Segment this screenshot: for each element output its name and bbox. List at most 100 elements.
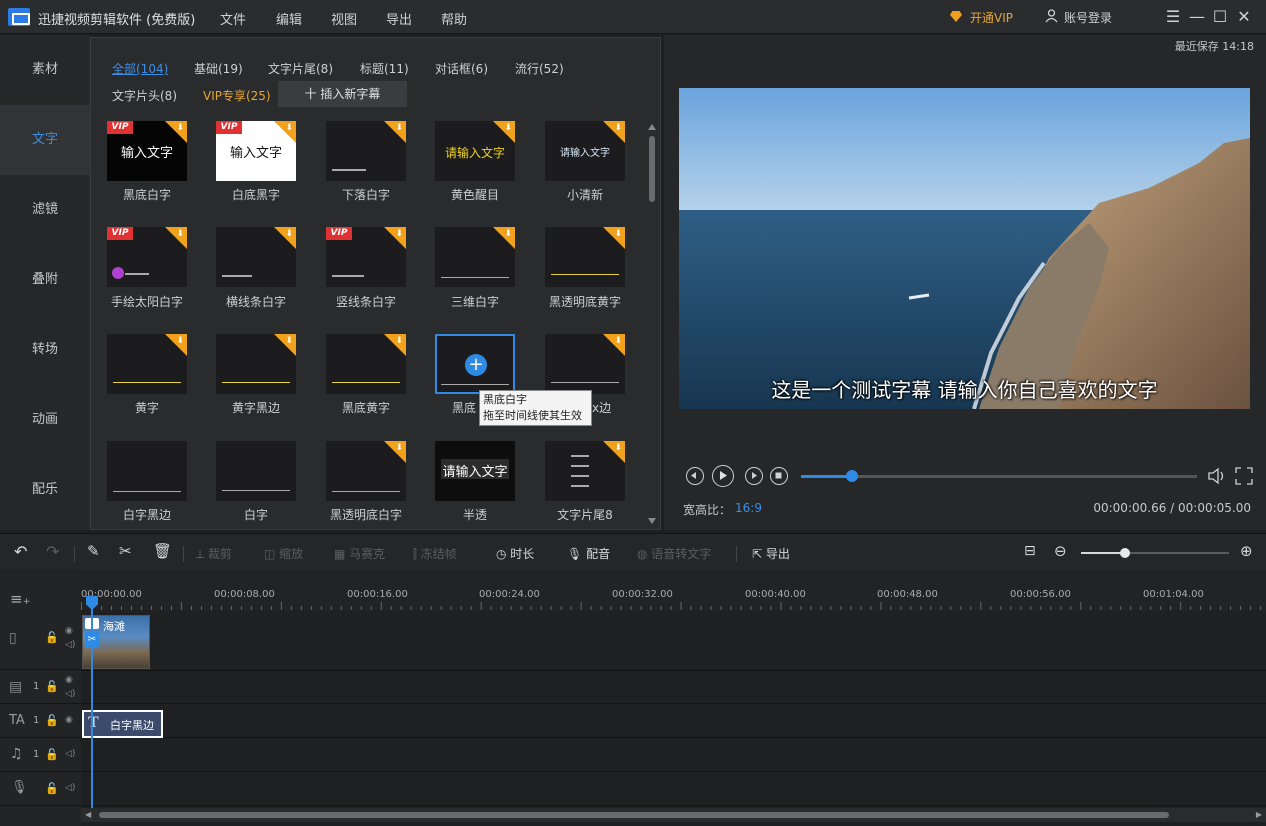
fullscreen-icon[interactable] bbox=[1235, 467, 1253, 485]
freeze-frame-button[interactable]: ⫿ 冻结帧 bbox=[413, 545, 457, 562]
speaker-icon[interactable]: ◁) bbox=[65, 689, 75, 699]
text-thumb[interactable]: ⬇ bbox=[545, 227, 625, 287]
text-clip[interactable]: T 白字黑边 bbox=[82, 710, 163, 738]
timeline-scrollbar[interactable]: ◀ ▶ bbox=[81, 808, 1266, 822]
text-thumb[interactable] bbox=[216, 441, 296, 501]
split-scissors-icon[interactable]: ✂ bbox=[85, 632, 99, 648]
menu-file[interactable]: 文件 bbox=[220, 9, 246, 28]
text-thumb[interactable]: 请输入文字 bbox=[435, 441, 515, 501]
speaker-icon[interactable]: ◁) bbox=[65, 749, 75, 759]
text-thumb[interactable] bbox=[107, 441, 187, 501]
account-login-button[interactable]: 账号登录 bbox=[1064, 9, 1112, 26]
volume-icon[interactable] bbox=[1207, 466, 1229, 486]
text-thumb[interactable]: ⬇ bbox=[435, 227, 515, 287]
scroll-right-icon[interactable]: ▶ bbox=[1256, 810, 1262, 819]
speech-to-text-button[interactable]: ◍ 语音转文字 bbox=[637, 545, 711, 562]
minimize-icon[interactable]: — bbox=[1187, 6, 1207, 28]
text-thumb[interactable]: VIP ⬇ bbox=[326, 227, 406, 287]
next-frame-icon[interactable] bbox=[745, 467, 763, 485]
cut-icon[interactable]: ✂ bbox=[119, 542, 132, 560]
music-track[interactable] bbox=[81, 739, 1266, 772]
sidebar-item-text[interactable]: 文字 bbox=[0, 105, 90, 175]
category-text-opening[interactable]: 文字片头(8) bbox=[112, 87, 177, 104]
sidebar-item-overlay[interactable]: 叠附 bbox=[0, 245, 90, 315]
text-thumb[interactable]: ⬇ bbox=[326, 121, 406, 181]
progress-track[interactable] bbox=[801, 475, 1197, 478]
text-thumb[interactable]: ⬇ bbox=[107, 334, 187, 394]
text-thumb-selected[interactable]: + bbox=[435, 334, 515, 394]
play-icon[interactable] bbox=[712, 465, 734, 487]
progress-handle[interactable] bbox=[846, 470, 859, 482]
add-icon[interactable]: + bbox=[465, 354, 487, 376]
menu-view[interactable]: 视图 bbox=[331, 9, 357, 28]
sidebar-item-filter[interactable]: 滤镜 bbox=[0, 175, 90, 245]
text-thumb[interactable]: VIP ⬇ 输入文字 bbox=[107, 121, 187, 181]
text-thumb[interactable]: VIP ⬇ bbox=[107, 227, 187, 287]
time-ruler[interactable]: 00:00:00.00 00:00:08.00 00:00:16.00 00:0… bbox=[81, 572, 1266, 610]
export-button[interactable]: ⇱ 导出 bbox=[752, 545, 790, 562]
eye-icon[interactable]: ◉ bbox=[65, 715, 73, 725]
stop-icon[interactable] bbox=[770, 467, 788, 485]
eye-icon[interactable]: ◉ bbox=[65, 675, 73, 685]
sidebar-item-animation[interactable]: 动画 bbox=[0, 385, 90, 455]
text-thumb[interactable]: ⬇ bbox=[326, 441, 406, 501]
close-icon[interactable]: ✕ bbox=[1234, 6, 1254, 28]
sidebar-item-material[interactable]: 素材 bbox=[0, 35, 90, 105]
duration-button[interactable]: ◷ 时长 bbox=[496, 545, 534, 562]
undo-icon[interactable]: ↶ bbox=[14, 542, 27, 561]
text-thumb[interactable]: ⬇ bbox=[216, 227, 296, 287]
delete-icon[interactable]: 🗑 bbox=[153, 542, 172, 560]
redo-icon[interactable]: ↷ bbox=[46, 542, 59, 561]
lock-icon[interactable]: 🔓 bbox=[45, 782, 59, 795]
zoom-in-icon[interactable]: ⊕ bbox=[1240, 542, 1253, 560]
speaker-icon[interactable]: ◁) bbox=[65, 640, 75, 650]
crop-button[interactable]: ⟂ 裁剪 bbox=[196, 545, 232, 562]
lock-icon[interactable]: 🔓 bbox=[45, 680, 59, 693]
video-preview[interactable]: 这是一个测试字幕 请输入你自己喜欢的文字 bbox=[679, 88, 1250, 409]
scrollbar-thumb[interactable] bbox=[99, 812, 1169, 818]
category-basic[interactable]: 基础(19) bbox=[194, 60, 243, 77]
text-thumb[interactable]: ⬇ bbox=[216, 334, 296, 394]
zoom-slider-handle[interactable] bbox=[1120, 548, 1130, 558]
sidebar-item-transition[interactable]: 转场 bbox=[0, 315, 90, 385]
category-vip[interactable]: VIP专享(25) bbox=[203, 87, 271, 104]
maximize-icon[interactable]: ☐ bbox=[1210, 6, 1230, 28]
menu-edit[interactable]: 编辑 bbox=[276, 9, 302, 28]
add-track-icon[interactable]: ≡₊ bbox=[10, 590, 31, 608]
user-icon[interactable] bbox=[1045, 9, 1058, 23]
speaker-icon[interactable]: ◁) bbox=[65, 783, 75, 793]
sidebar-item-music[interactable]: 配乐 bbox=[0, 455, 90, 525]
zoom-out-icon[interactable]: ⊖ bbox=[1054, 542, 1067, 560]
text-track[interactable] bbox=[81, 705, 1266, 738]
fit-timeline-icon[interactable]: ⊟ bbox=[1024, 543, 1036, 559]
lock-icon[interactable]: 🔓 bbox=[45, 631, 59, 644]
library-scrollbar[interactable] bbox=[648, 124, 656, 524]
edit-icon[interactable]: ✎ bbox=[87, 542, 100, 560]
category-all[interactable]: 全部(104) bbox=[112, 60, 168, 77]
voice-track[interactable] bbox=[81, 773, 1266, 806]
category-title[interactable]: 标题(11) bbox=[360, 60, 409, 77]
zoom-button[interactable]: ◫ 缩放 bbox=[264, 545, 303, 562]
menu-hamburger-icon[interactable]: ☰ bbox=[1163, 6, 1183, 28]
text-thumb[interactable]: ⬇ 请输入文字 bbox=[545, 121, 625, 181]
eye-icon[interactable]: ◉ bbox=[65, 626, 73, 636]
vip-diamond-icon[interactable] bbox=[950, 11, 962, 22]
video-subtitle[interactable]: 这是一个测试字幕 请输入你自己喜欢的文字 bbox=[679, 374, 1250, 403]
menu-export[interactable]: 导出 bbox=[386, 9, 412, 28]
text-thumb[interactable]: ⬇ 请输入文字 bbox=[435, 121, 515, 181]
aspect-ratio-value[interactable]: 16:9 bbox=[735, 501, 762, 515]
video2-track[interactable] bbox=[81, 671, 1266, 704]
text-thumb[interactable]: ⬇ bbox=[326, 334, 406, 394]
lock-icon[interactable]: 🔓 bbox=[45, 748, 59, 761]
category-popular[interactable]: 流行(52) bbox=[515, 60, 564, 77]
mosaic-button[interactable]: ▦ 马赛克 bbox=[334, 545, 385, 562]
previous-frame-icon[interactable] bbox=[686, 467, 704, 485]
category-text-ending[interactable]: 文字片尾(8) bbox=[268, 60, 333, 77]
text-thumb[interactable]: ⬇ bbox=[545, 441, 625, 501]
dub-button[interactable]: 🎙 配音 bbox=[567, 545, 610, 562]
lock-icon[interactable]: 🔓 bbox=[45, 714, 59, 727]
scroll-left-icon[interactable]: ◀ bbox=[85, 810, 91, 819]
text-thumb[interactable]: ⬇ bbox=[545, 334, 625, 394]
vip-button[interactable]: 开通VIP bbox=[970, 9, 1013, 26]
text-thumb[interactable]: VIP ⬇ 输入文字 bbox=[216, 121, 296, 181]
